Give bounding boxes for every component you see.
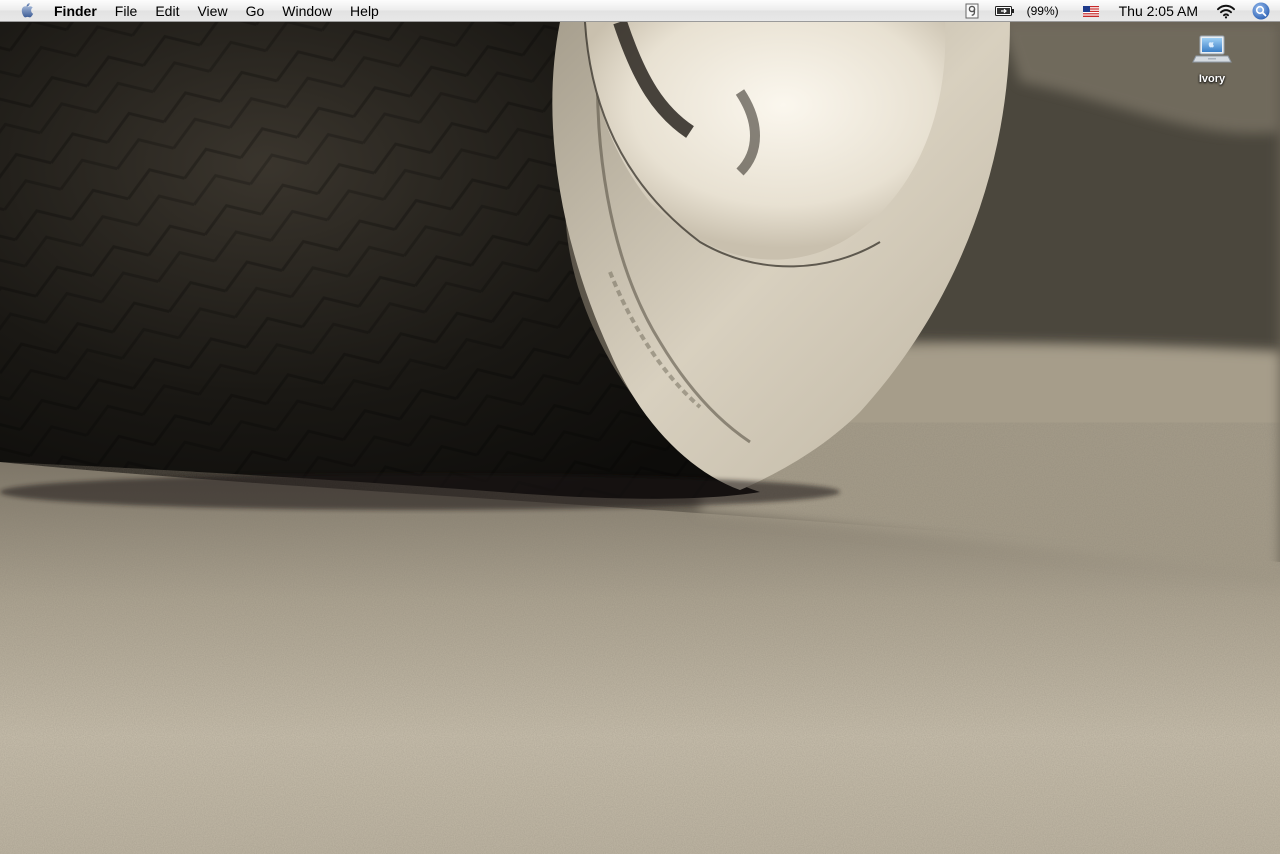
menu-edit[interactable]: Edit xyxy=(146,0,188,22)
wifi-icon[interactable] xyxy=(1216,0,1236,22)
menu-bar: Finder File Edit View Go Window Help (99… xyxy=(0,0,1280,22)
apple-menu-icon[interactable] xyxy=(18,2,36,20)
screen: Finder File Edit View Go Window Help (99… xyxy=(0,0,1280,854)
menu-extra-icon[interactable] xyxy=(965,0,979,22)
menu-bar-right: (99%) Thu 2:05 AM xyxy=(959,0,1280,22)
desktop-icon-ivory[interactable]: Ivory xyxy=(1180,34,1244,85)
battery-percent[interactable]: (99%) xyxy=(1027,0,1059,22)
menu-help[interactable]: Help xyxy=(341,0,388,22)
menu-app-name[interactable]: Finder xyxy=(54,0,106,22)
menu-file[interactable]: File xyxy=(106,0,147,22)
desktop-icon-label: Ivory xyxy=(1198,73,1226,85)
laptop-icon xyxy=(1192,34,1232,71)
wallpaper-tire-photo xyxy=(0,22,1280,854)
menu-go[interactable]: Go xyxy=(237,0,274,22)
menu-view[interactable]: View xyxy=(188,0,236,22)
menu-window[interactable]: Window xyxy=(273,0,341,22)
menu-clock[interactable]: Thu 2:05 AM xyxy=(1119,0,1198,22)
desktop[interactable]: Ivory xyxy=(0,22,1280,854)
battery-icon[interactable] xyxy=(994,0,1015,22)
us-flag-icon[interactable] xyxy=(1082,0,1099,22)
menu-bar-left: Finder File Edit View Go Window Help xyxy=(0,0,388,21)
spotlight-icon[interactable] xyxy=(1252,0,1270,22)
